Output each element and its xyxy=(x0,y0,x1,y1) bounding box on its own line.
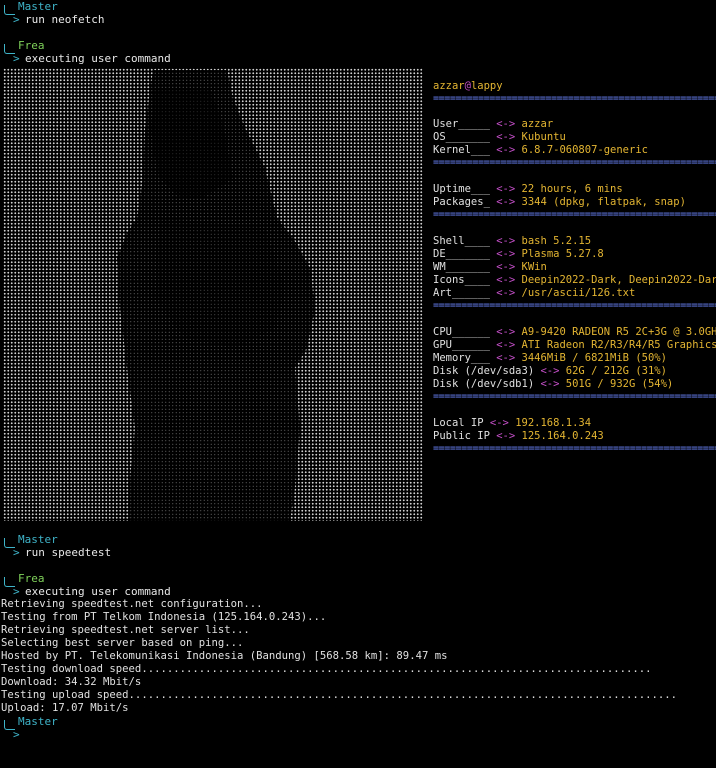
info-row-cpu: CPU______ <-> A9-9420 RADEON R5 2C+3G @ … xyxy=(433,326,716,338)
prompt-user-frea: Frea xyxy=(18,572,45,585)
divider-rule: ========================================… xyxy=(433,301,716,311)
prompt-user-frea: Frea xyxy=(18,39,45,52)
output-line: Selecting best server based on ping... xyxy=(1,637,244,649)
info-row-local-ip: Local IP <-> 192.168.1.34 xyxy=(433,417,592,429)
prompt-arrow-icon: > xyxy=(13,585,20,598)
prompt-arrow-icon: > xyxy=(13,728,20,741)
divider-rule: ========================================… xyxy=(433,158,716,168)
prompt-command: run speedtest xyxy=(25,546,112,559)
divider-rule: ========================================… xyxy=(433,210,716,220)
info-row-wm: WM_______ <-> KWin xyxy=(433,261,547,273)
hostname-line: azzar@lappy xyxy=(433,80,503,93)
output-line: Download: 34.32 Mbit/s xyxy=(1,676,142,688)
prompt-command: executing user command xyxy=(25,585,171,598)
info-row-disk-sdb1: Disk (/dev/sdb1) <-> 501G / 932G (54%) xyxy=(433,378,674,390)
prompt-arrow-icon: > xyxy=(13,52,20,65)
info-row-kernel: Kernel___ <-> 6.8.7-060807-generic xyxy=(433,144,648,156)
info-row-disk-sda3: Disk (/dev/sda3) <-> 62G / 212G (31%) xyxy=(433,365,667,377)
info-row-shell: Shell____ <-> bash 5.2.15 xyxy=(433,235,592,247)
info-row-public-ip: Public IP <-> 125.164.0.243 xyxy=(433,430,604,442)
output-line: Retrieving speedtest.net server list... xyxy=(1,624,250,636)
output-line: Testing upload speed....................… xyxy=(1,689,678,701)
output-line: Hosted by PT. Telekomunikasi Indonesia (… xyxy=(1,650,448,662)
prompt-command: executing user command xyxy=(25,52,171,65)
prompt-arrow-icon: > xyxy=(13,13,20,26)
info-row-user: User_____ <-> azzar xyxy=(433,118,554,130)
info-row-uptime: Uptime___ <-> 22 hours, 6 mins xyxy=(433,183,623,195)
info-row-icons: Icons____ <-> Deepin2022-Dark, Deepin202… xyxy=(433,274,716,286)
ascii-art-figure xyxy=(117,70,315,521)
info-row-de: DE_______ <-> Plasma 5.27.8 xyxy=(433,248,604,260)
divider-rule: ========================================… xyxy=(433,444,716,454)
prompt-user-master: Master xyxy=(18,715,58,728)
info-row-gpu: GPU______ <-> ATI Radeon R2/R3/R4/R5 Gra… xyxy=(433,339,716,351)
prompt-arrow-icon: > xyxy=(13,546,20,559)
divider-rule: ========================================… xyxy=(433,94,716,104)
info-row-os: OS_______ <-> Kubuntu xyxy=(433,131,566,143)
divider-rule: ========================================… xyxy=(433,392,716,402)
prompt-command: run neofetch xyxy=(25,13,105,26)
output-line: Testing download speed..................… xyxy=(1,663,652,675)
info-row-memory: Memory___ <-> 3446MiB / 6821MiB (50%) xyxy=(433,352,667,364)
info-row-art: Art______ <-> /usr/ascii/126.txt xyxy=(433,287,636,299)
info-row-packages: Packages_ <-> 3344 (dpkg, flatpak, snap) xyxy=(433,196,686,208)
host-user: azzar xyxy=(433,80,465,92)
host-name: lappy xyxy=(470,80,503,92)
output-line: Testing from PT Telkom Indonesia (125.16… xyxy=(1,611,327,623)
prompt-user-master: Master xyxy=(18,0,58,13)
output-line: Retrieving speedtest.net configuration..… xyxy=(1,598,263,610)
prompt-user-master: Master xyxy=(18,533,58,546)
output-line: Upload: 17.07 Mbit/s xyxy=(1,702,129,714)
